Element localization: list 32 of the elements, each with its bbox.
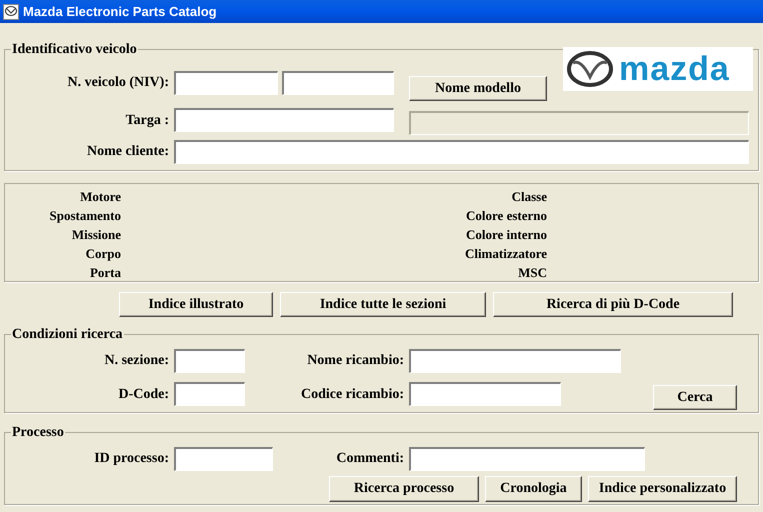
field-label: D-Code: — [117, 386, 170, 404]
info-label: Climatizzatore — [464, 244, 547, 262]
info-label: Colore interno — [466, 226, 547, 244]
info-label: Classe — [512, 188, 547, 206]
field-label: N. veicolo (NIV): — [66, 74, 170, 92]
field-label: N. sezione: — [103, 352, 170, 370]
process-button[interactable]: Ricerca processo — [329, 476, 479, 502]
process-button[interactable]: Indice personalizzato — [588, 476, 737, 502]
field-label: Nome ricambio: — [306, 352, 405, 370]
group-title: Processo — [11, 424, 65, 442]
info-label: Motore — [80, 188, 121, 206]
model-name-button[interactable]: Nome modello — [409, 76, 547, 101]
field-label: Targa : — [124, 112, 170, 130]
process-button[interactable]: Cronologia — [485, 476, 582, 502]
window-title: Mazda Electronic Parts Catalog — [23, 2, 217, 21]
info-label: Missione — [72, 226, 121, 244]
index-button[interactable]: Indice tutte le sezioni — [280, 292, 486, 316]
field-label: ID processo: — [93, 450, 170, 468]
group-title: Identificativo veicolo — [11, 41, 138, 59]
field-label: Commenti: — [335, 450, 405, 468]
group-title: Condizioni ricerca — [11, 326, 124, 344]
field-label: Codice ricambio: — [300, 386, 405, 404]
info-label: Corpo — [86, 244, 121, 262]
search-button[interactable]: Cerca — [653, 384, 737, 410]
index-button[interactable]: Ricerca di più D-Code — [493, 292, 733, 316]
field-label: Nome cliente: — [86, 143, 170, 161]
info-label: Porta — [90, 264, 121, 282]
info-label: MSC — [518, 264, 547, 282]
info-label: Colore esterno — [466, 206, 547, 224]
info-label: Spostamento — [49, 206, 121, 224]
logo-wordmark: mazda — [619, 52, 730, 86]
index-button[interactable]: Indice illustrato — [119, 292, 273, 316]
